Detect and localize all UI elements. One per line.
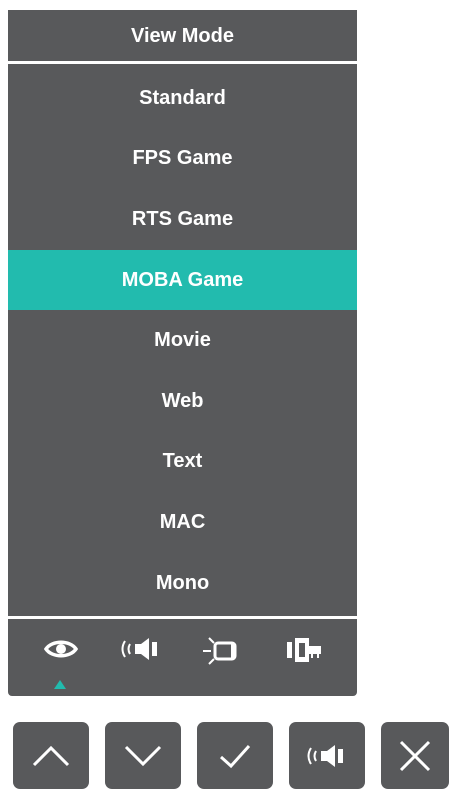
tab-display[interactable]	[196, 636, 246, 676]
category-tab-bar	[8, 610, 357, 686]
input-source-icon	[287, 638, 321, 662]
eye-icon	[44, 640, 78, 658]
confirm-key[interactable]	[197, 722, 273, 789]
tab-input[interactable]	[280, 638, 330, 678]
menu-item-moba-game[interactable]: MOBA Game	[8, 249, 357, 311]
close-icon	[399, 740, 431, 771]
tab-view-mode[interactable]	[38, 638, 84, 678]
active-tab-indicator	[54, 680, 66, 689]
menu-item-standard[interactable]: Standard	[8, 68, 357, 129]
menu-item-rts-game[interactable]: RTS Game	[8, 189, 357, 250]
chevron-up-icon	[32, 745, 70, 766]
osd-menu-panel: View Mode Standard FPS Game RTS Game MOB…	[8, 10, 357, 696]
up-key[interactable]	[13, 722, 89, 789]
close-key[interactable]	[381, 722, 449, 789]
down-key[interactable]	[105, 722, 181, 789]
check-icon	[219, 744, 251, 768]
menu-item-web[interactable]: Web	[8, 371, 357, 432]
menu-item-text[interactable]: Text	[8, 432, 357, 493]
speaker-icon	[307, 744, 343, 767]
header-divider	[8, 61, 357, 64]
display-icon	[203, 637, 237, 665]
speaker-icon	[121, 638, 157, 660]
osd-title: View Mode	[131, 24, 234, 47]
menu-item-mac[interactable]: MAC	[8, 492, 357, 553]
tab-audio[interactable]	[116, 636, 166, 676]
menu-item-fps-game[interactable]: FPS Game	[8, 129, 357, 190]
menu-item-movie[interactable]: Movie	[8, 310, 357, 371]
chevron-down-icon	[124, 745, 162, 766]
control-key-row	[0, 722, 449, 789]
view-mode-list: Standard FPS Game RTS Game MOBA Game Mov…	[8, 68, 357, 613]
menu-item-mono[interactable]: Mono	[8, 553, 357, 614]
audio-key[interactable]	[289, 722, 365, 789]
